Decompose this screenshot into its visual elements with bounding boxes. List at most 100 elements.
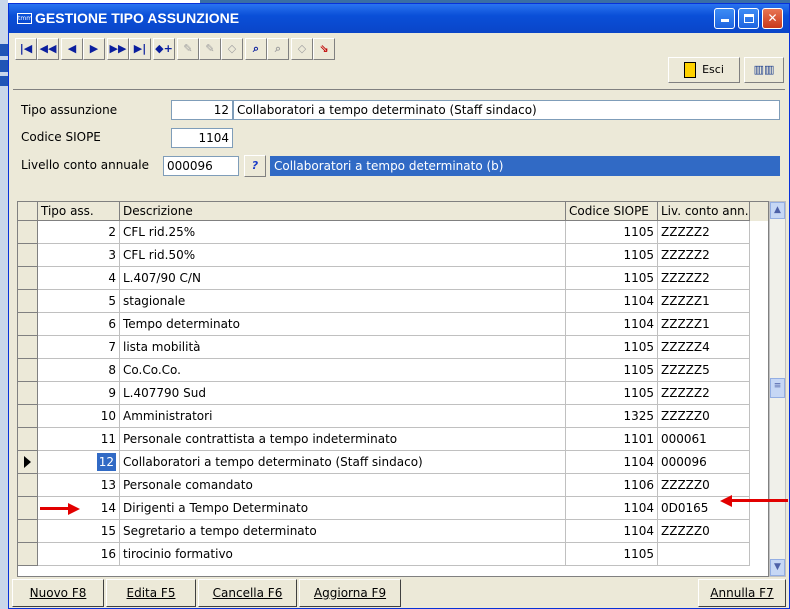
title-bar[interactable]: tmm GESTIONE TIPO ASSUNZIONE ✕ xyxy=(9,4,789,33)
table-row[interactable]: 8 Co.Co.Co. 1105 ZZZZZ5 xyxy=(18,359,768,382)
cell-tipo-ass[interactable]: 13 xyxy=(38,474,120,497)
next-page-button[interactable]: ▶▶ xyxy=(107,38,129,60)
cell-descrizione[interactable]: stagionale xyxy=(120,290,566,313)
scroll-up-button[interactable]: ▲ xyxy=(770,202,785,219)
cell-descrizione[interactable]: Co.Co.Co. xyxy=(120,359,566,382)
row-indicator[interactable] xyxy=(18,267,38,290)
cell-codice-siope[interactable]: 1104 xyxy=(566,520,658,543)
table-row[interactable]: 5 stagionale 1104 ZZZZZ1 xyxy=(18,290,768,313)
row-indicator[interactable] xyxy=(18,359,38,382)
row-indicator[interactable] xyxy=(18,451,38,474)
cell-liv-conto-ann[interactable]: ZZZZZ0 xyxy=(658,405,750,428)
search-next-button[interactable]: ⌕ xyxy=(267,38,289,60)
scroll-thumb[interactable]: ≡ xyxy=(770,378,785,398)
cell-liv-conto-ann[interactable]: 000061 xyxy=(658,428,750,451)
table-row[interactable]: 7 lista mobilità 1105 ZZZZZ4 xyxy=(18,336,768,359)
codice-siope-field[interactable]: 1104 xyxy=(171,128,233,148)
edita-button[interactable]: Edita F5 xyxy=(106,579,196,607)
exit-button[interactable]: Esci xyxy=(668,57,740,83)
cell-descrizione[interactable]: tirocinio formativo xyxy=(120,543,566,566)
previous-record-button[interactable]: ◀ xyxy=(61,38,83,60)
cell-descrizione[interactable]: L.407790 Sud xyxy=(120,382,566,405)
filter-button[interactable]: ⇘ xyxy=(313,38,335,60)
cell-liv-conto-ann[interactable]: ZZZZZ4 xyxy=(658,336,750,359)
cell-descrizione[interactable]: CFL rid.25% xyxy=(120,221,566,244)
cell-liv-conto-ann[interactable]: ZZZZZ0 xyxy=(658,520,750,543)
cell-tipo-ass[interactable]: 15 xyxy=(38,520,120,543)
tipo-assunzione-description-field[interactable]: Collaboratori a tempo determinato (Staff… xyxy=(233,100,780,120)
tipo-assunzione-code-field[interactable]: 12 xyxy=(171,100,233,120)
cell-liv-conto-ann[interactable]: ZZZZZ2 xyxy=(658,267,750,290)
livello-conto-field[interactable]: 000096 xyxy=(163,156,239,176)
table-row[interactable]: 15 Segretario a tempo determinato 1104 ZZZZ… xyxy=(18,520,768,543)
row-indicator[interactable] xyxy=(18,405,38,428)
insert-record-button[interactable]: ◆+ xyxy=(153,38,175,60)
cell-codice-siope[interactable]: 1105 xyxy=(566,543,658,566)
row-indicator[interactable] xyxy=(18,543,38,566)
row-indicator[interactable] xyxy=(18,474,38,497)
table-row[interactable]: 6 Tempo determinato 1104 ZZZZZ1 xyxy=(18,313,768,336)
table-row[interactable]: 14 Dirigenti a Tempo Determinato 1104 0D016… xyxy=(18,497,768,520)
header-liv-conto-ann[interactable]: Liv. conto ann. xyxy=(658,202,750,221)
edit-record-button[interactable]: ✎ xyxy=(177,38,199,60)
close-button[interactable]: ✕ xyxy=(762,8,783,29)
header-codice-siope[interactable]: Codice SIOPE xyxy=(566,202,658,221)
cell-liv-conto-ann[interactable] xyxy=(658,543,750,566)
last-record-button[interactable]: ▶| xyxy=(129,38,151,60)
cell-codice-siope[interactable]: 1106 xyxy=(566,474,658,497)
nuovo-button[interactable]: Nuovo F8 xyxy=(12,579,104,607)
table-row[interactable]: 16 tirocinio formativo 1105 xyxy=(18,543,768,566)
clear-button[interactable]: ◇ xyxy=(291,38,313,60)
cell-descrizione[interactable]: Personale contrattista a tempo indetermi… xyxy=(120,428,566,451)
cell-codice-siope[interactable]: 1325 xyxy=(566,405,658,428)
cell-liv-conto-ann[interactable]: ZZZZZ2 xyxy=(658,221,750,244)
lookup-button[interactable]: ? xyxy=(244,155,266,177)
cell-descrizione[interactable]: Segretario a tempo determinato xyxy=(120,520,566,543)
cell-codice-siope[interactable]: 1104 xyxy=(566,497,658,520)
row-indicator[interactable] xyxy=(18,244,38,267)
table-row[interactable]: 4 L.407/90 C/N 1105 ZZZZZ2 xyxy=(18,267,768,290)
table-row[interactable]: 10 Amministratori 1325 ZZZZZ0 xyxy=(18,405,768,428)
cell-tipo-ass[interactable]: 16 xyxy=(38,543,120,566)
cell-descrizione[interactable]: L.407/90 C/N xyxy=(120,267,566,290)
cell-codice-siope[interactable]: 1105 xyxy=(566,244,658,267)
cell-liv-conto-ann[interactable]: ZZZZZ1 xyxy=(658,290,750,313)
row-indicator[interactable] xyxy=(18,290,38,313)
row-indicator[interactable] xyxy=(18,520,38,543)
cell-tipo-ass[interactable]: 4 xyxy=(38,267,120,290)
cell-liv-conto-ann[interactable]: 000096 xyxy=(658,451,750,474)
cancella-button[interactable]: Cancella F6 xyxy=(198,579,297,607)
cell-codice-siope[interactable]: 1105 xyxy=(566,221,658,244)
cell-liv-conto-ann[interactable]: ZZZZZ0 xyxy=(658,474,750,497)
first-record-button[interactable]: |◀ xyxy=(15,38,37,60)
cell-tipo-ass[interactable]: 6 xyxy=(38,313,120,336)
cell-liv-conto-ann[interactable]: ZZZZZ2 xyxy=(658,244,750,267)
vertical-scrollbar[interactable]: ▲ ≡ ▼ xyxy=(769,201,786,577)
cell-codice-siope[interactable]: 1104 xyxy=(566,451,658,474)
post-record-button[interactable]: ◇ xyxy=(221,38,243,60)
cell-descrizione[interactable]: Tempo determinato xyxy=(120,313,566,336)
table-row[interactable]: 11 Personale contrattista a tempo indeter… xyxy=(18,428,768,451)
cell-tipo-ass[interactable]: 11 xyxy=(38,428,120,451)
cell-liv-conto-ann[interactable]: ZZZZZ5 xyxy=(658,359,750,382)
minimize-button[interactable] xyxy=(714,8,735,29)
cell-tipo-ass[interactable]: 8 xyxy=(38,359,120,382)
cell-tipo-ass[interactable]: 9 xyxy=(38,382,120,405)
cell-descrizione[interactable]: Collaboratori a tempo determinato (Staff… xyxy=(120,451,566,474)
cell-descrizione[interactable]: lista mobilità xyxy=(120,336,566,359)
row-indicator[interactable] xyxy=(18,313,38,336)
cell-codice-siope[interactable]: 1105 xyxy=(566,267,658,290)
annulla-button[interactable]: Annulla F7 xyxy=(698,579,786,607)
header-descrizione[interactable]: Descrizione xyxy=(120,202,566,221)
row-indicator[interactable] xyxy=(18,382,38,405)
delete-record-button[interactable]: ✎ xyxy=(199,38,221,60)
cell-tipo-ass[interactable]: 3 xyxy=(38,244,120,267)
table-row[interactable]: 3 CFL rid.50% 1105 ZZZZZ2 xyxy=(18,244,768,267)
table-row[interactable]: 13 Personale comandato 1106 ZZZZZ0 xyxy=(18,474,768,497)
scroll-down-button[interactable]: ▼ xyxy=(770,559,785,576)
row-indicator[interactable] xyxy=(18,221,38,244)
table-row[interactable]: 12 Collaboratori a tempo determinato (Sta… xyxy=(18,451,768,474)
aggiorna-button[interactable]: Aggiorna F9 xyxy=(299,579,401,607)
cell-codice-siope[interactable]: 1105 xyxy=(566,336,658,359)
cell-codice-siope[interactable]: 1105 xyxy=(566,382,658,405)
